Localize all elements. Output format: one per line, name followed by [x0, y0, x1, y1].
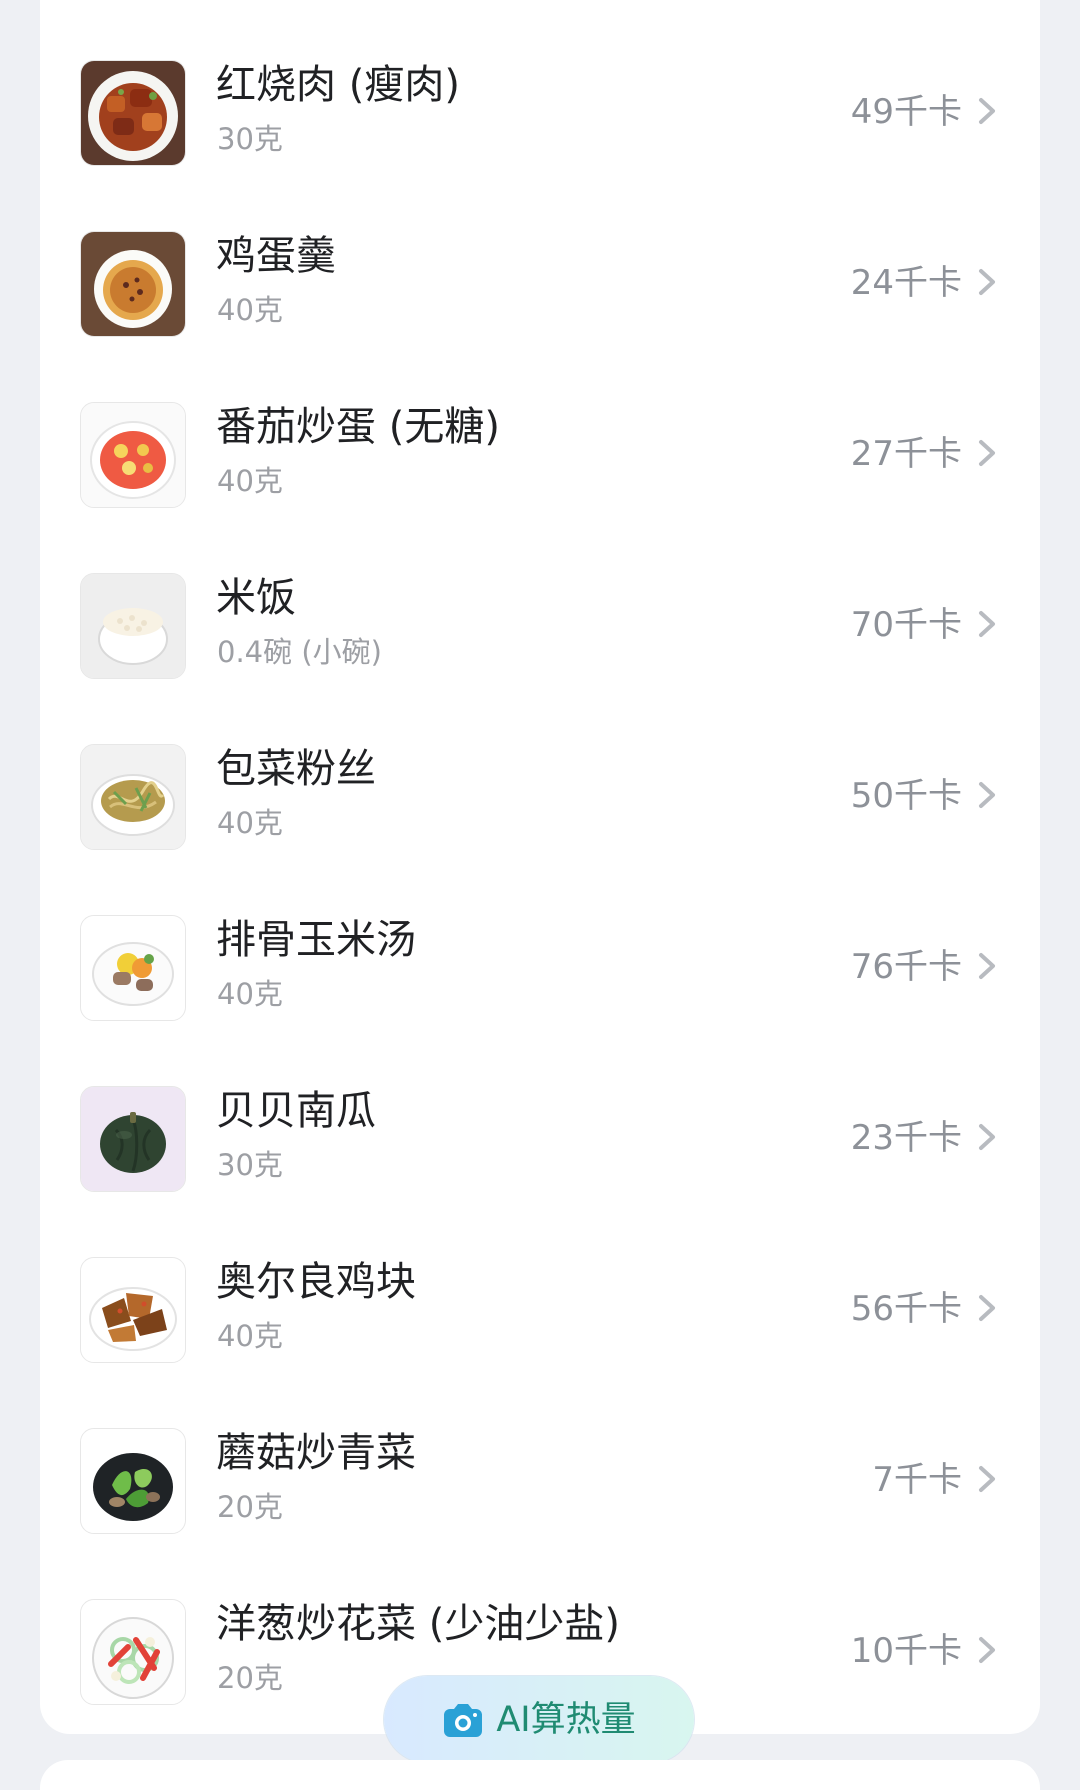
food-amount: 30克	[217, 1148, 283, 1182]
chevron-right-icon	[974, 1122, 1000, 1152]
food-amount: 20克	[217, 1490, 283, 1524]
rib-corn-soup-icon	[80, 915, 186, 1021]
food-amount: 40克	[217, 293, 283, 327]
chevron-right-icon	[974, 1635, 1000, 1665]
food-name: 奥尔良鸡块	[216, 1259, 416, 1305]
food-amount: 30克	[217, 122, 283, 156]
food-name: 包菜粉丝	[216, 746, 376, 792]
braised-pork-icon	[80, 60, 186, 166]
food-name: 米饭	[216, 575, 296, 621]
chevron-right-icon	[974, 780, 1000, 810]
food-amount: 40克	[217, 806, 283, 840]
food-item-rib-corn-soup[interactable]: 排骨玉米汤 40克 76千卡	[40, 855, 1040, 1026]
food-amount: 0.4碗 (小碗)	[217, 635, 382, 669]
camera-icon	[442, 1701, 484, 1739]
food-amount: 40克	[217, 464, 283, 498]
rice-bowl-icon	[80, 573, 186, 679]
chevron-right-icon	[974, 96, 1000, 126]
steamed-egg-custard-icon	[80, 231, 186, 337]
chevron-right-icon	[974, 267, 1000, 297]
chevron-right-icon	[974, 1464, 1000, 1494]
orleans-chicken-icon	[80, 1257, 186, 1363]
food-item-pumpkin[interactable]: 贝贝南瓜 30克 23千卡	[40, 1026, 1040, 1197]
food-amount: 40克	[217, 1319, 283, 1353]
food-list-card: 红烧肉 (瘦肉) 30克 49千卡 鸡蛋羹 40克 24千卡 番茄炒蛋 (无糖)…	[40, 0, 1040, 1734]
food-calories: 56千卡	[850, 1289, 962, 1329]
food-calories: 10千卡	[850, 1631, 962, 1671]
food-amount: 20克	[217, 1661, 283, 1695]
tomato-egg-icon	[80, 402, 186, 508]
cabbage-vermicelli-icon	[80, 744, 186, 850]
food-calories: 24千卡	[850, 263, 962, 303]
onion-cauliflower-icon	[80, 1599, 186, 1705]
food-item-rice[interactable]: 米饭 0.4碗 (小碗) 70千卡	[40, 513, 1040, 684]
next-card-edge	[40, 1760, 1040, 1790]
food-calories: 70千卡	[850, 605, 962, 645]
food-calories: 23千卡	[850, 1118, 962, 1158]
food-name: 番茄炒蛋 (无糖)	[216, 404, 500, 450]
food-name: 红烧肉 (瘦肉)	[216, 62, 460, 108]
ai-calorie-button[interactable]: AI算热量	[384, 1676, 694, 1763]
food-name: 洋葱炒花菜 (少油少盐)	[216, 1601, 620, 1647]
food-calories: 76千卡	[850, 947, 962, 987]
chevron-right-icon	[974, 1293, 1000, 1323]
chevron-right-icon	[974, 609, 1000, 639]
food-item-orleans-chicken[interactable]: 奥尔良鸡块 40克 56千卡	[40, 1197, 1040, 1368]
food-item-cabbage-vermicelli[interactable]: 包菜粉丝 40克 50千卡	[40, 684, 1040, 855]
food-calories: 27千卡	[850, 434, 962, 474]
food-name: 蘑菇炒青菜	[216, 1430, 416, 1476]
food-name: 鸡蛋羹	[216, 233, 336, 279]
pumpkin-icon	[80, 1086, 186, 1192]
food-calories: 50千卡	[850, 776, 962, 816]
food-name: 排骨玉米汤	[216, 917, 416, 963]
food-item-steamed-egg[interactable]: 鸡蛋羹 40克 24千卡	[40, 171, 1040, 342]
chevron-right-icon	[974, 951, 1000, 981]
mushroom-greens-icon	[80, 1428, 186, 1534]
food-name: 贝贝南瓜	[216, 1088, 376, 1134]
ai-calorie-label: AI算热量	[496, 1699, 636, 1740]
food-calories: 49千卡	[850, 92, 962, 132]
chevron-right-icon	[974, 438, 1000, 468]
food-amount: 40克	[217, 977, 283, 1011]
food-item-braised-pork[interactable]: 红烧肉 (瘦肉) 30克 49千卡	[40, 0, 1040, 171]
food-calories: 7千卡	[872, 1460, 962, 1500]
food-item-mushroom-greens[interactable]: 蘑菇炒青菜 20克 7千卡	[40, 1368, 1040, 1539]
food-item-tomato-egg[interactable]: 番茄炒蛋 (无糖) 40克 27千卡	[40, 342, 1040, 513]
